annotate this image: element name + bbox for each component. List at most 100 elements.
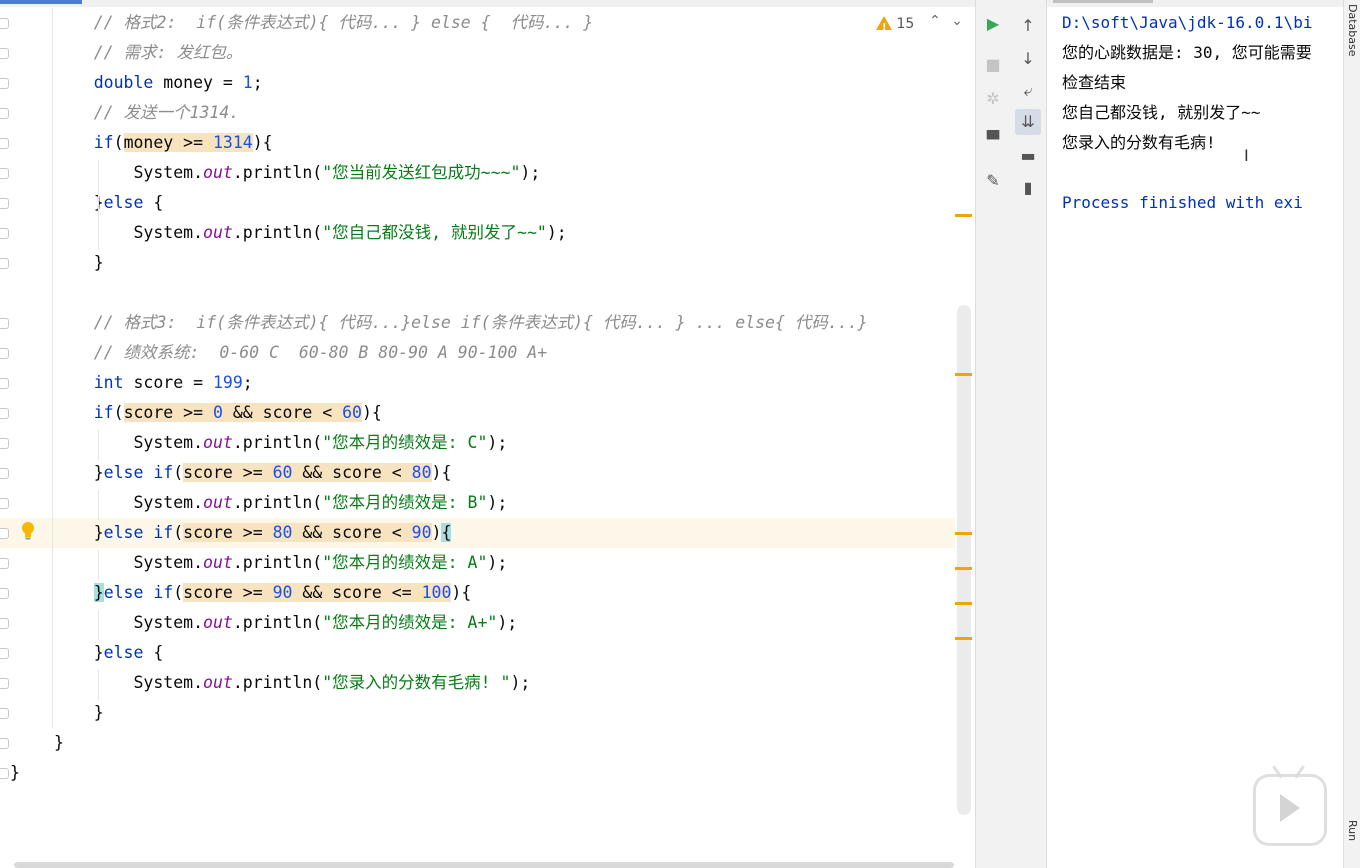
print-icon[interactable]: ▬ bbox=[1015, 143, 1041, 169]
code-line[interactable]: System.out.println("您本月的绩效是: A+"); bbox=[0, 608, 955, 638]
code-token: } bbox=[10, 763, 20, 782]
warning-stripe-mark[interactable] bbox=[955, 637, 972, 640]
fold-marker-icon[interactable] bbox=[0, 348, 9, 359]
code-line[interactable]: if(score >= 0 && score < 60){ bbox=[0, 398, 955, 428]
code-line[interactable] bbox=[0, 278, 955, 308]
fold-marker-icon[interactable] bbox=[0, 138, 9, 149]
pin-icon[interactable]: ✎ bbox=[980, 168, 1006, 194]
fold-marker-icon[interactable] bbox=[0, 108, 9, 119]
code-line[interactable]: // 格式2: if(条件表达式){ 代码... } else { 代码... … bbox=[0, 8, 955, 38]
chevron-down-icon[interactable]: ⌄ bbox=[946, 13, 968, 29]
warning-stripe-mark[interactable] bbox=[955, 373, 972, 376]
code-line[interactable]: } bbox=[0, 728, 955, 758]
code-token: } bbox=[54, 733, 64, 752]
arrow-down-icon[interactable]: ↓ bbox=[1015, 46, 1041, 72]
code-token: { bbox=[143, 193, 164, 212]
fold-marker-icon[interactable] bbox=[0, 588, 9, 599]
code-token: System. bbox=[54, 223, 204, 242]
code-line[interactable]: // 发送一个1314. bbox=[0, 98, 955, 128]
code-line[interactable]: if(money >= 1314){ bbox=[0, 128, 955, 158]
code-line[interactable]: }else if(score >= 60 && score < 80){ bbox=[0, 458, 955, 488]
console-tab-indicator[interactable] bbox=[1053, 0, 1153, 3]
current-code-line[interactable]: }else if(score >= 80 && score < 90){ bbox=[0, 518, 955, 548]
vertical-scrollbar[interactable] bbox=[957, 305, 971, 815]
code-line[interactable]: } bbox=[0, 758, 955, 788]
active-tab-indicator[interactable] bbox=[0, 0, 82, 4]
code-token: else if bbox=[103, 583, 174, 602]
code-token: out bbox=[203, 493, 233, 512]
code-line[interactable]: }else { bbox=[0, 638, 955, 668]
soft-wrap-icon[interactable]: ⤶ bbox=[1015, 78, 1041, 104]
code-line[interactable]: }else if(score >= 90 && score <= 100){ bbox=[0, 578, 955, 608]
code-line[interactable]: } bbox=[0, 248, 955, 278]
fold-marker-icon[interactable] bbox=[0, 438, 9, 449]
fold-marker-icon[interactable] bbox=[0, 168, 9, 179]
lightbulb-icon[interactable] bbox=[21, 521, 35, 541]
code-line[interactable]: System.out.println("您自己都没钱, 就别发了~~"); bbox=[0, 218, 955, 248]
console-line-command[interactable]: D:\soft\Java\jdk-16.0.1\bi bbox=[1062, 8, 1312, 38]
code-line[interactable]: // 需求: 发红包。 bbox=[0, 38, 955, 68]
layout-icon[interactable]: ▀ bbox=[980, 127, 1006, 153]
code-editor[interactable]: // 格式2: if(条件表达式){ 代码... } else { 代码... … bbox=[0, 0, 975, 868]
database-tool-tab[interactable]: Database bbox=[1346, 4, 1359, 57]
rerun-icon[interactable]: ▶ bbox=[980, 11, 1006, 37]
code-line[interactable]: System.out.println("您录入的分数有毛病! "); bbox=[0, 668, 955, 698]
text-cursor-icon: I bbox=[1244, 146, 1249, 165]
run-tool-tab[interactable]: Run bbox=[1346, 820, 1359, 841]
warning-stripe-mark[interactable] bbox=[955, 532, 972, 535]
fold-marker-icon[interactable] bbox=[0, 468, 9, 479]
warning-stripe-mark[interactable] bbox=[955, 214, 972, 217]
fold-marker-icon[interactable] bbox=[0, 648, 9, 659]
fold-marker-icon[interactable] bbox=[0, 558, 9, 569]
code-line[interactable]: System.out.println("您本月的绩效是: A"); bbox=[0, 548, 955, 578]
code-token: money >= bbox=[123, 133, 213, 152]
fold-marker-icon[interactable] bbox=[0, 378, 9, 389]
warning-stripe-mark[interactable] bbox=[955, 567, 972, 570]
debug-bug-icon[interactable]: ✲ bbox=[980, 86, 1006, 112]
code-token: "您本月的绩效是: C" bbox=[322, 433, 488, 452]
fold-marker-icon[interactable] bbox=[0, 678, 9, 689]
fold-marker-icon[interactable] bbox=[0, 18, 9, 29]
code-token: .println( bbox=[232, 223, 323, 242]
code-token: "您本月的绩效是: B" bbox=[322, 493, 488, 512]
stop-icon[interactable]: ■ bbox=[980, 52, 1006, 78]
fold-marker-icon[interactable] bbox=[0, 498, 9, 509]
code-line[interactable]: int score = 199; bbox=[0, 368, 955, 398]
warning-stripe-mark[interactable] bbox=[955, 602, 972, 605]
problem-navigation: ⌃ ⌄ bbox=[924, 13, 968, 29]
fold-marker-icon[interactable] bbox=[0, 618, 9, 629]
fold-marker-icon[interactable] bbox=[0, 258, 9, 269]
fold-marker-icon[interactable] bbox=[0, 768, 9, 779]
code-line[interactable]: System.out.println("您当前发送红包成功~~~"); bbox=[0, 158, 955, 188]
fold-marker-icon[interactable] bbox=[0, 738, 9, 749]
code-line[interactable]: System.out.println("您本月的绩效是: B"); bbox=[0, 488, 955, 518]
fold-marker-icon[interactable] bbox=[0, 48, 9, 59]
fold-marker-icon[interactable] bbox=[0, 408, 9, 419]
code-line[interactable]: // 格式3: if(条件表达式){ 代码...}else if(条件表达式){… bbox=[0, 308, 955, 338]
fold-marker-icon[interactable] bbox=[0, 708, 9, 719]
console-line-process-finished: Process finished with exi bbox=[1062, 193, 1303, 212]
fold-marker-icon[interactable] bbox=[0, 318, 9, 329]
code-line[interactable]: System.out.println("您本月的绩效是: C"); bbox=[0, 428, 955, 458]
run-console[interactable]: D:\soft\Java\jdk-16.0.1\bi 您的心跳数据是: 30, … bbox=[1047, 0, 1343, 868]
code-token: .println( bbox=[232, 433, 323, 452]
code-line[interactable]: }else { bbox=[0, 188, 955, 218]
trash-icon[interactable]: ▮ bbox=[1015, 175, 1041, 201]
code-token: && score < bbox=[222, 403, 343, 422]
code-token: System. bbox=[54, 433, 204, 452]
fold-marker-icon[interactable] bbox=[0, 198, 9, 209]
fold-marker-icon[interactable] bbox=[0, 78, 9, 89]
code-line[interactable]: // 绩效系统: 0-60 C 60-80 B 80-90 A 90-100 A… bbox=[0, 338, 955, 368]
code-token: 60 bbox=[272, 463, 293, 482]
arrow-up-icon[interactable]: ↑ bbox=[1015, 13, 1041, 39]
fold-marker-icon[interactable] bbox=[0, 228, 9, 239]
chevron-up-icon[interactable]: ⌃ bbox=[924, 13, 946, 29]
code-line[interactable]: } bbox=[0, 698, 955, 728]
horizontal-scrollbar[interactable] bbox=[14, 862, 954, 868]
scroll-to-end-icon[interactable]: ⇊ bbox=[1015, 109, 1041, 135]
fold-marker-icon[interactable] bbox=[0, 528, 9, 539]
code-token: out bbox=[203, 613, 233, 632]
code-line[interactable]: double money = 1; bbox=[0, 68, 955, 98]
